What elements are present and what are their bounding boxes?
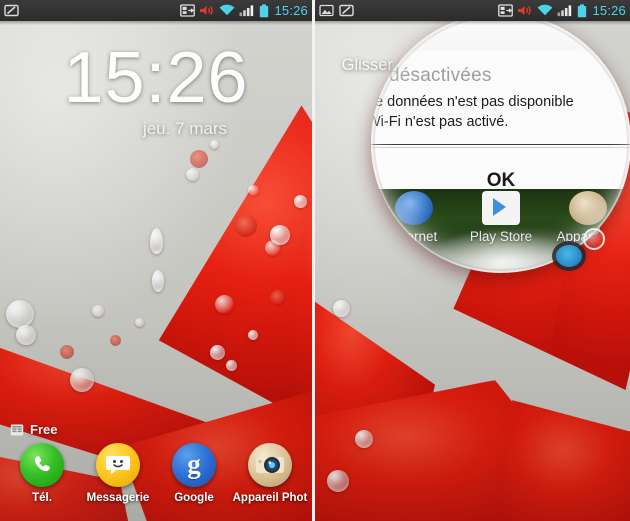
status-bar-left-icons (4, 4, 19, 17)
status-bar-shadow (0, 21, 312, 25)
dual-screenshot-container: 15:26 15:26 jeu. 7 mars Free Tél. Messag… (0, 0, 630, 521)
dock-item-phone[interactable]: Tél. (5, 443, 79, 504)
dock-label: Appareil Phot (232, 492, 308, 504)
clock-date: jeu. 7 mars (142, 119, 228, 139)
petal-speck (270, 290, 286, 306)
internet-browser-icon[interactable] (395, 191, 434, 225)
water-speck (92, 305, 104, 317)
phone-icon[interactable] (20, 443, 64, 487)
water-drop (16, 325, 36, 345)
google-g-glyph: g (187, 448, 201, 479)
petal-speck (235, 215, 257, 237)
petal-shape (495, 400, 630, 521)
camera-icon[interactable] (568, 191, 607, 225)
battery-icon (577, 3, 587, 18)
water-drop (355, 430, 373, 448)
status-bar-clock: 15:26 (592, 3, 626, 18)
screenshot-image-icon (319, 4, 334, 17)
petal-speck (190, 150, 208, 168)
petal-shape (281, 120, 312, 450)
small-bubble-icon (583, 228, 605, 250)
water-drop (270, 225, 290, 245)
magnified-dock-label: Play Store (469, 229, 533, 244)
water-drop (333, 300, 350, 317)
petal-shape (315, 288, 435, 495)
magnified-dock-label: Internet (391, 229, 438, 244)
water-drop (327, 470, 349, 492)
dock-label: Tél. (32, 492, 52, 504)
water-drop (226, 360, 237, 371)
wifi-icon (219, 4, 235, 17)
petal-shape (315, 380, 585, 521)
screen-mirror-icon (180, 4, 196, 17)
status-bar-left: 15:26 (0, 0, 312, 21)
water-drop (210, 345, 225, 360)
magnified-dock-item-internet[interactable]: Internet (374, 191, 454, 244)
water-speck (215, 295, 234, 314)
signal-bars-icon (557, 4, 573, 17)
status-bar-left-icons (319, 4, 354, 17)
dock-item-camera[interactable]: Appareil Phot (233, 443, 307, 504)
lockscreen-dock-left: Tél. Messagerie g Google Appareil Phot (0, 443, 312, 517)
water-speck (265, 240, 281, 256)
signal-bars-icon (239, 4, 255, 17)
status-bar-right: 15:26 (315, 0, 630, 21)
google-g-icon[interactable]: g (172, 443, 216, 487)
water-drop (70, 368, 94, 392)
lockscreen-clock-widget: 15:26 jeu. 7 mars (0, 38, 312, 139)
clock-time: 15:26 (63, 38, 249, 118)
dock-item-google[interactable]: g Google (157, 443, 231, 504)
water-drop (248, 330, 258, 340)
droplet-blue-reflection (556, 245, 582, 267)
play-store-icon[interactable] (481, 191, 520, 225)
dialog-title: désactivées (389, 65, 492, 86)
dialog-message-line2: Wi-Fi n'est pas activé. (371, 113, 509, 130)
sim-card-icon (10, 423, 24, 437)
magnified-dock-item-playstore[interactable]: Play Store (461, 191, 541, 244)
speaker-mute-icon (517, 4, 533, 17)
dock-label: Messagerie (86, 492, 150, 504)
carrier-label-container: Free (10, 422, 57, 437)
water-speck (186, 168, 199, 181)
dock-label: Google (174, 492, 214, 504)
battery-icon (259, 3, 269, 18)
water-speck (210, 140, 219, 149)
status-bar-right-icons: 15:26 (180, 3, 308, 18)
water-speck (248, 185, 259, 196)
left-lockscreen-panel: 15:26 15:26 jeu. 7 mars Free Tél. Messag… (0, 0, 312, 521)
petal-speck (110, 335, 121, 346)
dialog-separator (371, 144, 630, 146)
water-drop (152, 270, 164, 292)
speaker-mute-icon (199, 4, 215, 17)
wifi-icon (537, 4, 553, 17)
message-smiley-icon[interactable] (96, 443, 140, 487)
petal-speck (60, 345, 74, 359)
carrier-name: Free (30, 422, 58, 437)
status-bar-right-icons: 15:26 (498, 3, 626, 18)
screen-mirror-icon (498, 4, 514, 17)
petal-shape (129, 95, 312, 445)
right-lockscreen-panel: 15:26 Glisser en n'importe quelle direct… (315, 0, 630, 521)
status-bar-shadow (315, 21, 630, 25)
water-drop (294, 195, 307, 208)
water-speck (135, 318, 144, 327)
screen-cast-off-icon (339, 4, 354, 17)
screen-cast-off-icon (4, 4, 19, 17)
camera-icon[interactable] (248, 443, 292, 487)
water-drop (6, 300, 34, 328)
water-drop (150, 228, 163, 254)
status-bar-clock: 15:26 (274, 3, 308, 18)
dialog-message: de données n'est pas disponible Wi-Fi n'… (371, 93, 630, 144)
dialog-message-line1: de données n'est pas disponible (371, 94, 574, 110)
dock-item-messaging[interactable]: Messagerie (81, 443, 155, 504)
